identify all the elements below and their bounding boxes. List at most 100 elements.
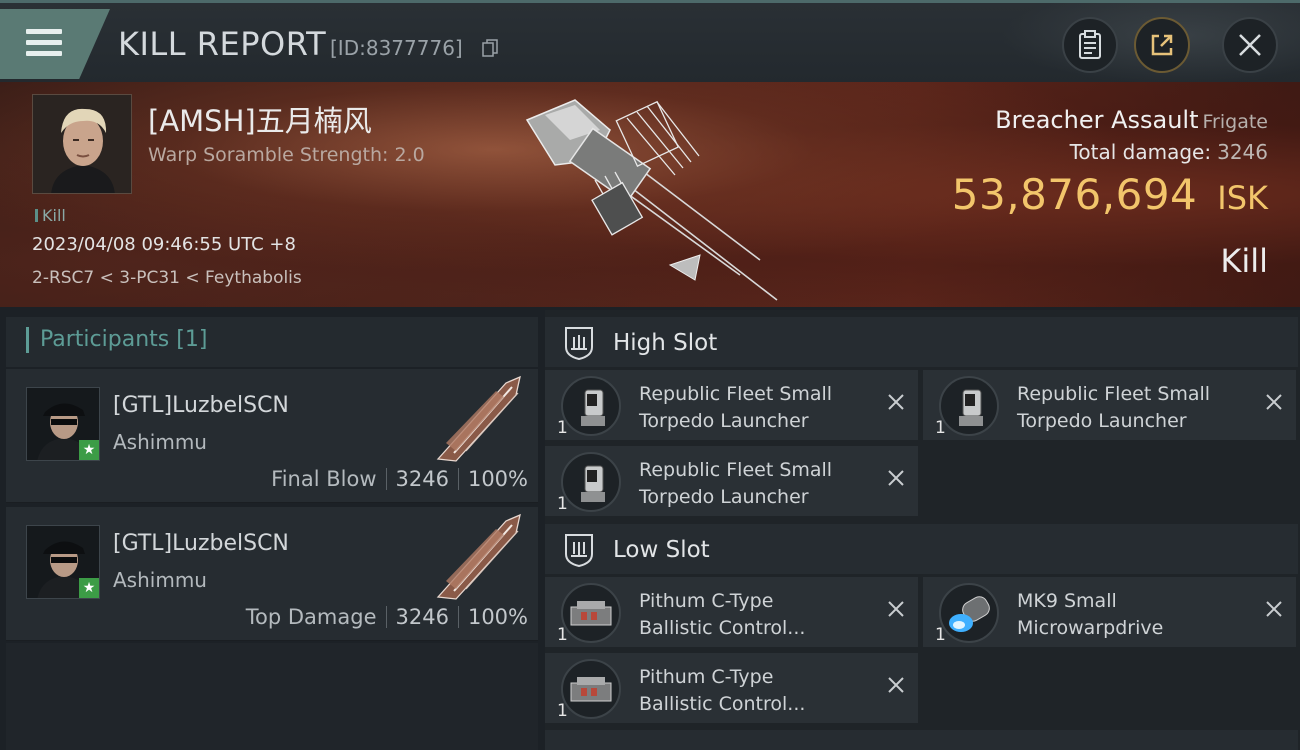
participant-corp: Ashimmu xyxy=(113,430,207,454)
module-quantity: 1 xyxy=(557,494,568,514)
participants-count: [1] xyxy=(176,327,208,352)
low-slot-label: Low Slot xyxy=(613,537,710,563)
victim-banner: [AMSH]五月楠风 Warp Soramble Strength: 2.0 K… xyxy=(0,82,1300,307)
close-button[interactable] xyxy=(1222,17,1278,73)
torpedo-launcher-icon xyxy=(959,389,983,426)
isk-value: 53,876,694 xyxy=(951,170,1198,219)
star-icon: ★ xyxy=(79,440,99,460)
victim-ship-name[interactable]: Breacher Assault xyxy=(995,106,1198,134)
total-damage-label: Total damage: xyxy=(1069,140,1212,164)
participant-ship-icon xyxy=(436,513,521,600)
report-clipboard-button[interactable] xyxy=(1062,17,1118,73)
module-quantity: 1 xyxy=(935,418,946,438)
module-icon-ring xyxy=(561,583,621,643)
module-name: Republic Fleet Small Torpedo Launcher xyxy=(1017,381,1257,435)
module-name-line1: Republic Fleet Small xyxy=(639,459,833,481)
participant-damage: 3246 xyxy=(395,467,449,491)
participant-corp: Ashimmu xyxy=(113,568,207,592)
victim-portrait-icon xyxy=(33,95,131,193)
kill-result-label: Kill xyxy=(1220,242,1268,280)
stats-divider xyxy=(457,606,459,628)
module-name-line1: Pithum C-Type xyxy=(639,590,774,612)
participant-stats: Top Damage 3246 100% xyxy=(246,605,528,629)
module-name: Pithum C-Type Ballistic Control... xyxy=(639,588,879,642)
kill-location[interactable]: 2-RSC7 < 3-PC31 < Feythabolis xyxy=(32,268,302,288)
module-name: Republic Fleet Small Torpedo Launcher xyxy=(639,457,879,511)
module-name-line1: Pithum C-Type xyxy=(639,666,774,688)
total-damage-value: 3246 xyxy=(1217,140,1268,164)
module-name-line2: Ballistic Control... xyxy=(639,617,806,639)
participants-empty-area xyxy=(6,643,538,750)
victim-ship-title: Breacher Assault Frigate xyxy=(995,106,1268,134)
report-id: [ID:8377776] xyxy=(330,36,463,60)
share-button[interactable] xyxy=(1134,17,1190,73)
destroyed-x-icon xyxy=(888,394,904,410)
module-item[interactable]: 1 MK9 Small Microwarpdrive xyxy=(923,577,1296,647)
victim-pilot-name[interactable]: [AMSH]五月楠风 xyxy=(148,98,372,140)
participants-label: Participants xyxy=(40,327,170,352)
warp-scramble-strength: Warp Soramble Strength: 2.0 xyxy=(148,144,425,166)
module-icon-ring xyxy=(939,376,999,436)
stats-divider xyxy=(385,468,387,490)
module-icon-ring xyxy=(561,376,621,436)
module-icon-ring xyxy=(561,452,621,512)
destroyed-x-icon xyxy=(888,470,904,486)
participants-accent-bar xyxy=(26,327,29,353)
participant-percent: 100% xyxy=(467,467,528,491)
microwarpdrive-icon xyxy=(949,596,990,632)
ballistic-control-icon xyxy=(570,677,612,702)
victim-ship-icon xyxy=(525,99,778,301)
participant-stats: Final Blow 3246 100% xyxy=(271,467,528,491)
participant-avatar[interactable]: ★ xyxy=(26,525,100,599)
module-icon-ring xyxy=(561,659,621,719)
module-name-line2: Ballistic Control... xyxy=(639,693,806,715)
module-name-line2: Torpedo Launcher xyxy=(1017,410,1187,432)
module-item[interactable]: 1 Pithum C-Type Ballistic Control... xyxy=(545,577,918,647)
participants-title: Participants [1] xyxy=(40,327,207,352)
module-name-line2: Torpedo Launcher xyxy=(639,486,809,508)
module-quantity: 1 xyxy=(557,625,568,645)
menu-button[interactable] xyxy=(0,9,110,79)
participant-row[interactable]: ★ [GTL]LuzbelSCN Ashimmu Final Blow 3246 1… xyxy=(6,369,538,503)
participants-header: Participants [1] xyxy=(6,317,538,367)
destroyed-x-icon xyxy=(888,677,904,693)
participant-ship-icon xyxy=(436,375,521,462)
module-name: Republic Fleet Small Torpedo Launcher xyxy=(639,381,879,435)
kill-tag-marker xyxy=(35,209,38,222)
module-name: Pithum C-Type Ballistic Control... xyxy=(639,664,879,718)
participant-damage: 3246 xyxy=(395,605,449,629)
torpedo-launcher-icon xyxy=(581,389,605,426)
share-icon xyxy=(1151,34,1173,56)
victim-avatar[interactable] xyxy=(32,94,132,194)
star-icon: ★ xyxy=(79,578,99,598)
torpedo-launcher-icon xyxy=(581,465,605,502)
module-item[interactable]: 1 Pithum C-Type Ballistic Control... xyxy=(545,653,918,723)
participant-role-label: Top Damage xyxy=(245,605,377,629)
copy-icon[interactable] xyxy=(482,39,498,57)
kill-datetime: 2023/04/08 09:46:55 UTC +8 xyxy=(32,234,296,255)
low-slot-icon xyxy=(565,534,593,568)
participant-name[interactable]: [GTL]LuzbelSCN xyxy=(113,393,289,418)
destroyed-x-icon xyxy=(888,601,904,617)
module-name-line1: Republic Fleet Small xyxy=(639,383,833,405)
stats-divider xyxy=(385,606,387,628)
module-item[interactable]: 1 Republic Fleet Small Torpedo Launcher xyxy=(923,370,1296,440)
participant-name[interactable]: [GTL]LuzbelSCN xyxy=(113,531,289,556)
participant-percent: 100% xyxy=(467,605,528,629)
module-name-line1: Republic Fleet Small xyxy=(1017,383,1211,405)
module-item[interactable]: 1 Republic Fleet Small Torpedo Launcher xyxy=(545,370,918,440)
high-slot-icon xyxy=(565,327,593,361)
module-item[interactable]: 1 Republic Fleet Small Torpedo Launcher xyxy=(545,446,918,516)
module-name-line1: MK9 Small xyxy=(1017,590,1117,612)
participant-row[interactable]: ★ [GTL]LuzbelSCN Ashimmu Top Damage 3246 1… xyxy=(6,507,538,641)
module-quantity: 1 xyxy=(557,701,568,721)
total-damage: Total damage: 3246 xyxy=(1070,140,1268,164)
high-slot-header: High Slot xyxy=(545,317,1298,367)
close-icon xyxy=(1239,34,1261,56)
top-bar: KILL REPORT [ID:8377776] xyxy=(0,0,1300,85)
participant-avatar[interactable]: ★ xyxy=(26,387,100,461)
participant-role-label: Final Blow xyxy=(271,467,377,491)
next-slot-header-peek xyxy=(545,730,1298,750)
module-quantity: 1 xyxy=(557,418,568,438)
kill-tag: Kill xyxy=(35,206,66,225)
